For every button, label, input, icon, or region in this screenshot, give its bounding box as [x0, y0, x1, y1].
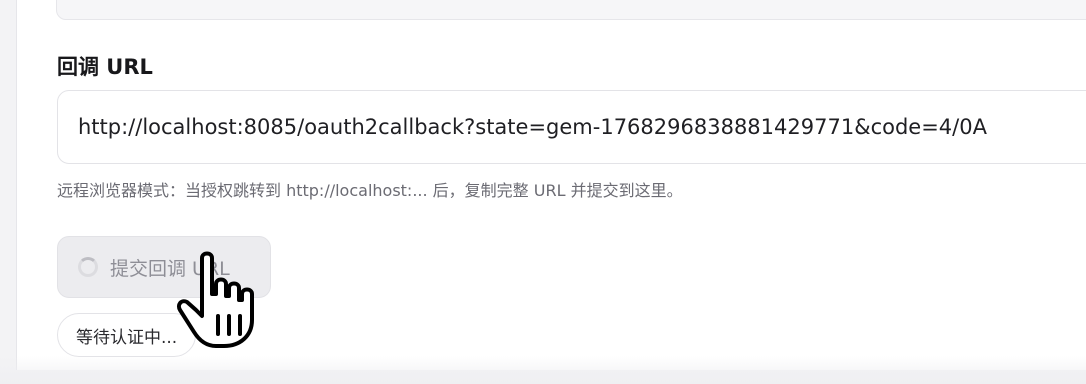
loading-spinner-icon	[78, 257, 98, 277]
auth-status-text: 等待认证中...	[76, 327, 178, 348]
callback-url-hint: 远程浏览器模式：当授权跳转到 http://localhost:... 后，复制…	[57, 181, 683, 200]
hand-pointer-cursor-icon	[176, 251, 254, 348]
previous-field[interactable]	[56, 0, 1086, 20]
callback-url-label: 回调 URL	[57, 55, 153, 79]
callback-url-input[interactable]	[57, 90, 1086, 164]
bottom-edge-shadow	[0, 356, 1086, 384]
